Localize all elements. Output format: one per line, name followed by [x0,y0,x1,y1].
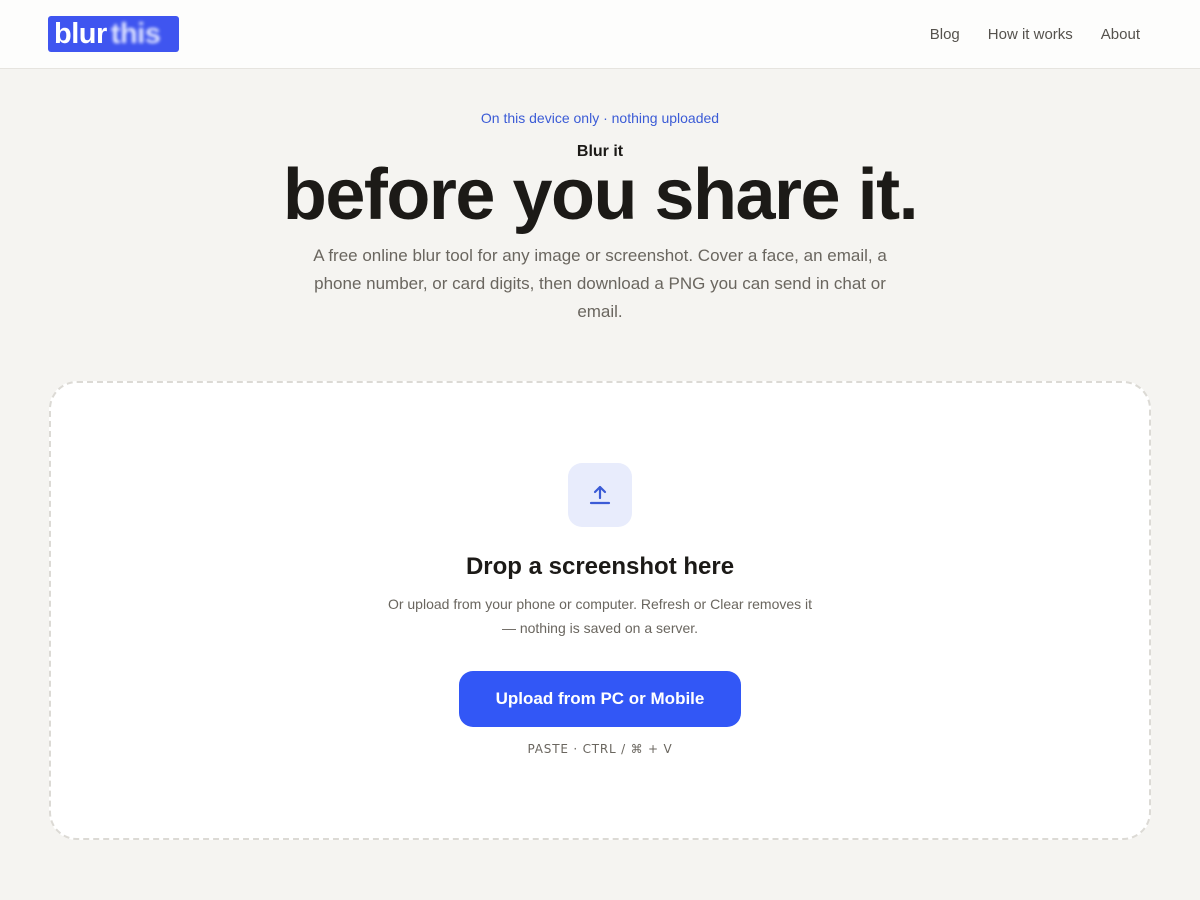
upload-arrow-glyph [589,485,611,505]
upload-icon [568,463,632,527]
logo-blurred-text: this [110,17,161,50]
nav-link-about[interactable]: About [1101,26,1140,43]
logo-text: blur [54,17,107,50]
drop-zone[interactable]: Drop a screenshot here Or upload from yo… [49,381,1151,840]
top-bar: blur this Blog How it works About [0,0,1200,69]
privacy-eyebrow: On this device only · nothing uploaded [480,110,720,126]
page-headline: before you share it. [282,155,919,235]
nav-link-blog[interactable]: Blog [930,26,960,43]
upload-button[interactable]: Upload from PC or Mobile [459,671,741,727]
main-nav: Blog How it works About [930,0,1140,68]
drop-zone-title: Drop a screenshot here [465,553,735,580]
hero-description: A free online blur tool for any image or… [313,246,887,321]
logo[interactable]: blur this [48,16,179,52]
drop-zone-description: Or upload from your phone or computer. R… [387,596,813,636]
paste-shortcut-hint: PASTE · CTRL / ⌘ + V [527,742,673,756]
nav-link-how-it-works[interactable]: How it works [988,26,1073,43]
